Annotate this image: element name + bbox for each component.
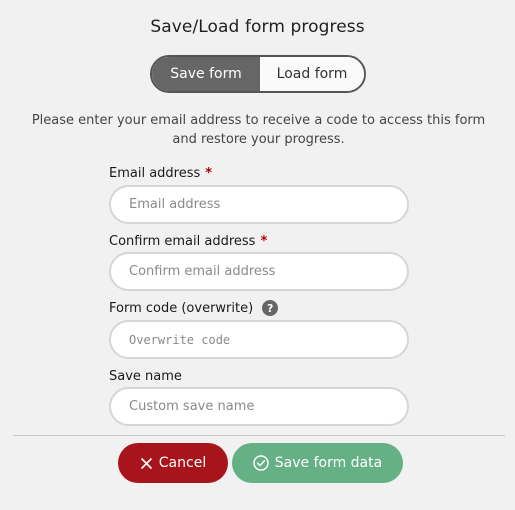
question-circle-icon[interactable]: ? bbox=[262, 300, 279, 316]
confirm-email-field[interactable] bbox=[109, 252, 409, 291]
save-load-dialog: Save/Load form progress Save form Load f… bbox=[0, 0, 515, 510]
tab-load-form[interactable]: Load form bbox=[260, 57, 364, 91]
save-load-toggle: Save form Load form bbox=[150, 55, 366, 93]
save-button-label: Save form data bbox=[274, 455, 383, 471]
required-marker: * bbox=[205, 166, 213, 181]
instructions-text: Please enter your email address to recei… bbox=[31, 113, 486, 147]
form-code-label: Form code (overwrite) ? bbox=[109, 300, 279, 316]
save-form-data-button[interactable]: Save form data bbox=[232, 443, 403, 483]
email-label: Email address * bbox=[109, 166, 212, 181]
save-name-label-text: Save name bbox=[109, 369, 182, 384]
save-name-label: Save name bbox=[109, 369, 182, 384]
footer-divider bbox=[13, 435, 505, 436]
cancel-button-label: Cancel bbox=[158, 455, 207, 471]
email-label-text: Email address bbox=[109, 166, 201, 181]
form-code-label-text: Form code (overwrite) bbox=[109, 300, 254, 316]
x-icon bbox=[140, 457, 153, 470]
tab-save-form[interactable]: Save form bbox=[152, 57, 260, 91]
cancel-button[interactable]: Cancel bbox=[118, 443, 228, 483]
save-name-field[interactable] bbox=[109, 387, 409, 426]
form-code-field[interactable] bbox=[109, 320, 409, 359]
dialog-title: Save/Load form progress bbox=[150, 17, 365, 37]
confirm-email-label-text: Confirm email address bbox=[109, 234, 256, 249]
check-circle-icon bbox=[253, 455, 269, 471]
confirm-email-label: Confirm email address * bbox=[109, 234, 267, 249]
email-field[interactable] bbox=[109, 185, 409, 224]
required-marker: * bbox=[260, 234, 268, 249]
